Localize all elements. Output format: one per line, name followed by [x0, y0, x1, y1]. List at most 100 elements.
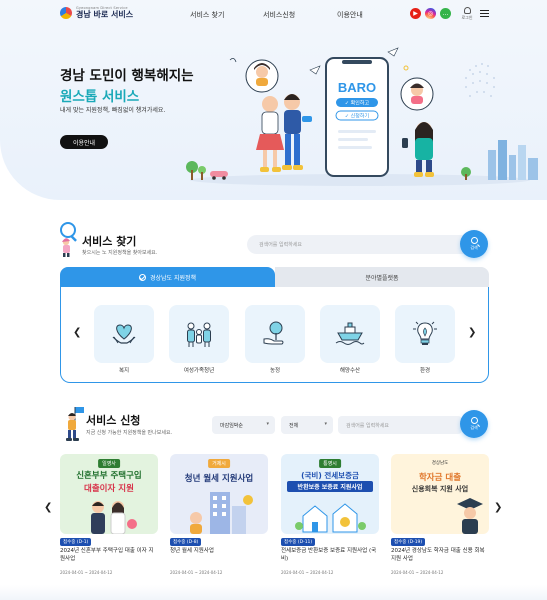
card-thumbnail: 경상남도 학자금 대출 신용회복 지원 사업: [391, 454, 489, 534]
search-button-label: 검색: [470, 245, 478, 250]
card-date: 2024-04-01 ~ 2024-04-12: [391, 570, 444, 575]
service-card[interactable]: 일영사 신혼부부 주택구입 대출이자 지원 접수중 (D-1) 2024년 신혼…: [60, 454, 158, 575]
status-badge: 접수중 (D-1): [60, 538, 92, 546]
status-badge: 접수중 (D-19): [391, 538, 426, 546]
dotted-sphere-decoration: [465, 63, 495, 97]
nav-item-service-find[interactable]: 서비스 찾기: [190, 10, 224, 20]
service-find-subtitle: 찾으시는 노 지원정책을 찾아보세요.: [82, 250, 158, 256]
category-label: 환경: [419, 368, 431, 374]
tab-field-platform[interactable]: 분야별플랫폼: [275, 267, 489, 287]
chevron-left-icon[interactable]: ❮: [44, 502, 52, 513]
bulb-leaf-icon: [413, 321, 437, 345]
card-region-tag: 일영사: [98, 459, 120, 468]
sort-select-value: 마감임박순: [220, 423, 244, 429]
category-environment[interactable]: 환경: [395, 305, 455, 374]
graduate-illustration: [457, 498, 483, 534]
search-person-icon: [60, 222, 77, 257]
category-marine-fisheries[interactable]: 해양수산: [320, 305, 380, 374]
card-headline-2: 반환보증 보증료 지원사업: [287, 481, 373, 492]
card-headline: 학자금 대출: [418, 473, 462, 483]
card-date: 2024-04-01 ~ 2024-04-12: [281, 570, 334, 575]
site-header: Gyeongnam Direct Service 경남 바로 서비스 서비스 찾…: [0, 0, 547, 30]
sort-select[interactable]: 마감임박순 ▾: [212, 416, 275, 434]
apply-search-input[interactable]: 검색어를 입력하세요: [338, 416, 462, 434]
chevron-down-icon: ▾: [324, 421, 327, 427]
bottom-decoration: [0, 585, 547, 600]
card-headline-2: 대출이자 지원: [84, 484, 134, 494]
couple-illustration: [91, 501, 137, 534]
user-icon: [463, 7, 471, 14]
card-region-tag: 경상남도: [431, 461, 449, 466]
card-title: 2024년 경상남도 학자금 대출 신용 회복 지원 사업: [391, 548, 485, 562]
building-illustration: [190, 492, 253, 534]
chevron-right-icon[interactable]: ❯: [494, 502, 502, 513]
apply-search-button[interactable]: 검색: [460, 410, 488, 438]
house-illustration: [295, 503, 366, 533]
hero-title-highlight: 원스톱 서비스: [60, 89, 140, 105]
filter-select-value: 전체: [289, 423, 299, 429]
phone-logo: BARO: [338, 80, 376, 95]
logo-title: 경남 바로 서비스: [76, 9, 134, 19]
site-logo[interactable]: Gyeongnam Direct Service 경남 바로 서비스: [60, 7, 133, 19]
category-label: 해양수산: [339, 368, 361, 374]
service-search-button[interactable]: 검색: [460, 230, 488, 258]
check-circle-icon: [138, 273, 146, 281]
card-date: 2024-04-01 ~ 2024-04-12: [170, 570, 223, 575]
nav-item-service-apply[interactable]: 서비스신청: [263, 10, 295, 20]
category-panel: ❮ 복지 여성가족청년 농정 해양수산 환경 ❯: [60, 287, 489, 383]
category-welfare[interactable]: 복지: [94, 305, 154, 374]
service-find-title: 서비스 찾기: [82, 235, 137, 248]
apply-person-icon: [66, 407, 84, 441]
person-right: [402, 122, 434, 177]
category-women-family-youth[interactable]: 여성가족청년: [169, 305, 229, 374]
search-icon: [470, 237, 478, 244]
category-label: 여성가족청년: [183, 368, 215, 374]
card-thumbnail: 통영시 (국비) 전세보증금 반환보증 보증료 지원사업: [281, 454, 379, 534]
chat-icon[interactable]: …: [440, 8, 451, 19]
chevron-down-icon: ▾: [266, 421, 269, 427]
card-headline: 청년 월세 지원사업: [184, 474, 254, 484]
login-button[interactable]: 로그인: [460, 7, 474, 21]
person-middle: [282, 94, 312, 170]
hamburger-menu-icon[interactable]: [480, 10, 489, 17]
hero-banner: Gyeongnam Direct Service 경남 바로 서비스 서비스 찾…: [0, 0, 547, 200]
city-skyline: [488, 140, 538, 180]
tab-gyeongnam-policy[interactable]: 경상남도 지원정책: [60, 267, 275, 287]
card-title: 청년 월세 지원사업: [170, 548, 214, 554]
youtube-icon[interactable]: ▶: [410, 8, 421, 19]
guide-button[interactable]: 이용안내: [60, 135, 108, 149]
card-thumbnail: 일영사 신혼부부 주택구입 대출이자 지원: [60, 454, 158, 534]
service-search-input[interactable]: 검색어를 입력하세요: [247, 235, 472, 254]
card-headline: 신혼부부 주택구입: [76, 471, 142, 481]
filter-select[interactable]: 전체 ▾: [281, 416, 333, 434]
ship-icon: [335, 322, 365, 345]
status-badge: 접수중 (D-11): [281, 538, 316, 546]
search-placeholder: 검색어를 입력하세요: [346, 423, 389, 429]
category-agriculture[interactable]: 농정: [245, 305, 305, 374]
card-region-tag: 통영시: [319, 459, 341, 468]
card-title: 2024년 신혼부부 주택구입 대출 이자 지원사업: [60, 548, 154, 562]
hero-illustration: BARO ✓ 확인하고 ✓ 신청하기: [186, 47, 538, 186]
service-apply-title: 서비스 신청: [86, 414, 141, 427]
search-placeholder: 검색어를 입력하세요: [259, 242, 302, 248]
instagram-icon[interactable]: ◎: [425, 8, 436, 19]
tab-label: 분야별플랫폼: [365, 274, 399, 282]
category-label: 농정: [269, 368, 281, 374]
service-apply-subtitle: 지금 신청 가능한 지원정책을 만나보세요.: [86, 430, 173, 436]
hero-description: 내게 맞는 지원정책, 빠짐없이 챙겨가세요.: [60, 107, 166, 114]
card-headline-2: 신용회복 지원 사업: [411, 485, 469, 493]
chevron-left-icon[interactable]: ❮: [73, 327, 81, 338]
card-headline: (국비) 전세보증금: [301, 471, 359, 480]
service-card[interactable]: 거제시 청년 월세 지원사업 접수중 (D-8) 청년 월세 지원사업 2024…: [170, 454, 268, 575]
card-thumbnail: 거제시 청년 월세 지원사업: [170, 454, 268, 534]
chevron-right-icon[interactable]: ❯: [468, 327, 476, 338]
service-card[interactable]: 경상남도 학자금 대출 신용회복 지원 사업 접수중 (D-19) 2024년 …: [391, 454, 489, 575]
card-date: 2024-04-01 ~ 2024-04-12: [60, 570, 113, 575]
category-label: 복지: [118, 368, 130, 374]
phone-chip-apply: ✓ 신청하기: [345, 113, 369, 120]
family-icon: [187, 322, 211, 347]
service-card[interactable]: 통영시 (국비) 전세보증금 반환보증 보증료 지원사업 접수중 (D-11) …: [281, 454, 379, 575]
tree-hand-icon: [263, 321, 284, 345]
login-label: 로그인: [461, 15, 473, 20]
nav-item-guide[interactable]: 이용안내: [337, 10, 363, 20]
